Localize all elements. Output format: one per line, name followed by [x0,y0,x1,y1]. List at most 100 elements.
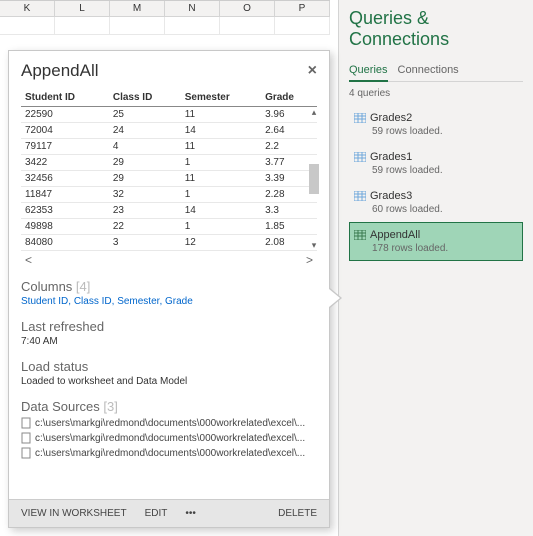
col-header[interactable]: O [220,1,275,17]
table-cell: 12 [181,235,261,251]
table-cell: 4 [109,139,181,155]
last-refreshed-value: 7:40 AM [21,336,317,347]
table-cell: 3422 [21,155,109,171]
column-link[interactable]: Student ID [21,296,68,307]
popup-footer: VIEW IN WORKSHEET EDIT ••• DELETE [9,499,329,527]
data-sources-count: [3] [103,399,117,414]
table-cell: 22 [109,219,181,235]
query-name: AppendAll [370,229,420,241]
table-row[interactable]: 498982211.85 [21,219,317,235]
data-source-path: c:\users\markgi\redmond\documents\000wor… [35,418,305,429]
file-icon [21,417,31,429]
query-item-appendall[interactable]: AppendAll 178 rows loaded. [349,222,523,261]
col-header[interactable]: N [165,1,220,17]
scroll-left-icon[interactable]: < [25,253,32,267]
table-cell: 11847 [21,187,109,203]
horizontal-scrollbar[interactable]: < > [21,253,317,267]
file-icon [21,432,31,444]
data-sources-heading: Data Sources [21,399,100,414]
last-refreshed-heading: Last refreshed [21,319,317,334]
col-header[interactable]: M [110,1,165,17]
table-cell: 84080 [21,235,109,251]
table-icon [354,152,366,162]
scroll-down-icon[interactable]: ▾ [312,240,317,251]
table-cell: 1 [181,155,261,171]
data-source-row[interactable]: c:\users\markgi\redmond\documents\000wor… [21,447,317,459]
column-link[interactable]: Grade [165,296,193,307]
col-header[interactable]: L [55,1,110,17]
table-cell: 3 [109,235,181,251]
vertical-scrollbar[interactable]: ▴ ▾ [309,107,319,251]
query-status: 60 rows loaded. [372,204,518,215]
scroll-right-icon[interactable]: > [306,253,313,267]
query-name: Grades3 [370,190,412,202]
table-cell: 23 [109,203,181,219]
query-status: 59 rows loaded. [372,165,518,176]
table-icon [354,191,366,201]
columns-heading: Columns [21,279,72,294]
table-cell: 1 [181,219,261,235]
tab-queries[interactable]: Queries [349,60,388,82]
columns-list: Student ID, Class ID, Semester, Grade [21,296,317,307]
col-grade[interactable]: Grade [261,89,317,107]
table-cell: 11 [181,107,261,123]
table-icon [354,113,366,123]
more-button[interactable]: ••• [185,508,196,519]
panel-title: Queries & Connections [349,8,523,50]
table-cell: 11 [181,139,261,155]
query-item-grades3[interactable]: Grades3 60 rows loaded. [349,183,523,222]
table-cell: 29 [109,171,181,187]
table-icon [354,230,366,240]
table-row[interactable]: 2259025113.96 [21,107,317,123]
col-header[interactable]: K [0,1,55,17]
col-header[interactable]: P [275,1,330,17]
table-cell: 32456 [21,171,109,187]
data-source-row[interactable]: c:\users\markgi\redmond\documents\000wor… [21,432,317,444]
spreadsheet-grid[interactable]: K L M N O P [0,0,330,50]
query-status: 59 rows loaded. [372,126,518,137]
table-row[interactable]: 840803122.08 [21,235,317,251]
columns-count: [4] [76,279,90,294]
load-status-heading: Load status [21,359,317,374]
scroll-up-icon[interactable]: ▴ [312,107,317,118]
table-row[interactable]: 34222913.77 [21,155,317,171]
close-icon[interactable]: × [308,62,317,80]
query-count: 4 queries [349,88,523,99]
query-item-grades1[interactable]: Grades1 59 rows loaded. [349,144,523,183]
col-class-id[interactable]: Class ID [109,89,181,107]
delete-button[interactable]: DELETE [278,508,317,519]
table-cell: 14 [181,123,261,139]
preview-table: Student ID Class ID Semester Grade 22590… [21,89,317,251]
table-row[interactable]: 7200424142.64 [21,123,317,139]
queries-connections-panel: Queries & Connections Queries Connection… [338,0,533,536]
callout-arrow-icon [330,288,342,308]
table-cell: 14 [181,203,261,219]
table-row[interactable]: 6235323143.3 [21,203,317,219]
view-in-worksheet-button[interactable]: VIEW IN WORKSHEET [21,508,127,519]
table-cell: 79117 [21,139,109,155]
table-cell: 22590 [21,107,109,123]
query-item-grades2[interactable]: Grades2 59 rows loaded. [349,105,523,144]
query-name: Grades1 [370,151,412,163]
tab-connections[interactable]: Connections [398,60,459,81]
data-source-path: c:\users\markgi\redmond\documents\000wor… [35,433,305,444]
column-link[interactable]: Class ID [74,296,112,307]
table-cell: 62353 [21,203,109,219]
data-source-row[interactable]: c:\users\markgi\redmond\documents\000wor… [21,417,317,429]
query-status: 178 rows loaded. [372,243,518,254]
table-row[interactable]: 791174112.2 [21,139,317,155]
table-cell: 25 [109,107,181,123]
col-student-id[interactable]: Student ID [21,89,109,107]
table-cell: 72004 [21,123,109,139]
table-cell: 11 [181,171,261,187]
table-cell: 32 [109,187,181,203]
table-cell: 49898 [21,219,109,235]
column-link[interactable]: Semester [117,296,159,307]
table-row[interactable]: 118473212.28 [21,187,317,203]
col-semester[interactable]: Semester [181,89,261,107]
edit-button[interactable]: EDIT [145,508,168,519]
table-cell: 29 [109,155,181,171]
query-preview-popup: AppendAll × Student ID Class ID Semester… [8,50,330,528]
data-source-path: c:\users\markgi\redmond\documents\000wor… [35,448,305,459]
table-row[interactable]: 3245629113.39 [21,171,317,187]
